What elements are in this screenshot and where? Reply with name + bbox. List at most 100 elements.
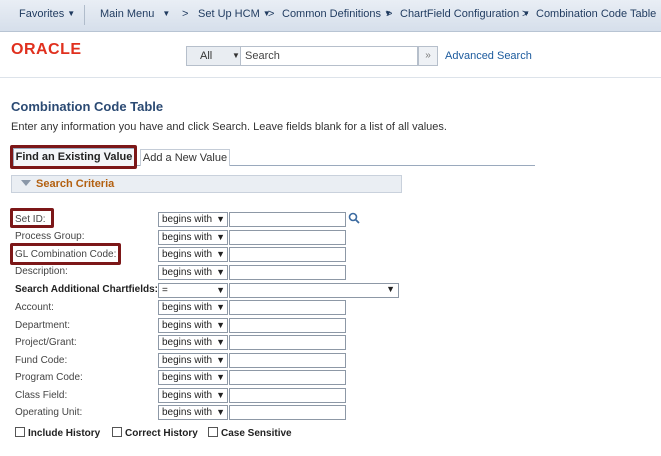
checkbox-label: Include History — [28, 428, 101, 439]
checkbox-label: Correct History — [125, 428, 198, 439]
correct-history-checkbox[interactable]: Correct History — [112, 427, 198, 439]
description-input[interactable] — [229, 265, 346, 280]
main-menu[interactable]: Main Menu ▼ — [100, 0, 170, 32]
chevron-down-icon: ▼ — [216, 249, 225, 259]
global-search: All ▼ Search — [186, 46, 418, 66]
highlight-box — [10, 145, 137, 169]
header: ORACLE All ▼ Search » Advanced Search — [0, 33, 661, 78]
breadcrumb-label: ChartField Configuration — [400, 8, 520, 20]
process-group-operator-select[interactable]: begins with ▼ — [158, 230, 228, 245]
operator-value: begins with — [162, 320, 213, 331]
chevron-down-icon: ▼ — [216, 372, 225, 382]
breadcrumb-chartfield-configuration[interactable]: ChartField Configuration ▼ — [400, 0, 530, 32]
chevron-down-icon: ▼ — [216, 355, 225, 365]
nav-divider — [84, 5, 85, 25]
chevron-down-icon: ▼ — [216, 232, 225, 242]
breadcrumb-sep: > — [522, 8, 529, 20]
operator-value: begins with — [162, 214, 213, 225]
main-menu-label: Main Menu — [100, 8, 155, 20]
search-criteria-header[interactable]: Search Criteria — [11, 175, 402, 193]
additional-chartfields-select[interactable]: ▼ — [229, 283, 399, 298]
fund-code-input[interactable] — [229, 353, 346, 368]
operator-value: begins with — [162, 302, 213, 313]
operator-value: begins with — [162, 267, 213, 278]
class-field-input[interactable] — [229, 388, 346, 403]
oracle-logo: ORACLE — [11, 41, 82, 58]
field-label-department: Department: — [15, 320, 71, 331]
field-label-project-grant: Project/Grant: — [15, 337, 77, 348]
chevron-down-icon: ▼ — [216, 302, 225, 312]
account-input[interactable] — [229, 300, 346, 315]
operating-unit-input[interactable] — [229, 405, 346, 420]
breadcrumb-sep: > — [386, 8, 393, 20]
operator-value: = — [162, 285, 168, 296]
chevron-down-icon: ▼ — [216, 320, 225, 330]
department-input[interactable] — [229, 318, 346, 333]
checkbox-box[interactable] — [15, 427, 25, 437]
favorites-menu[interactable]: Favorites ▼ — [19, 0, 75, 32]
fund-code-operator-select[interactable]: begins with ▼ — [158, 353, 228, 368]
department-operator-select[interactable]: begins with ▼ — [158, 318, 228, 333]
breadcrumb-common-definitions[interactable]: Common Definitions ▼ — [282, 0, 392, 32]
favorites-label: Favorites — [19, 8, 65, 20]
operator-value: begins with — [162, 232, 213, 243]
chevron-down-icon: ▼ — [216, 285, 225, 295]
set-id-input[interactable] — [229, 212, 346, 227]
breadcrumb-set-up-hcm[interactable]: Set Up HCM ▼ — [198, 0, 271, 32]
gl-combination-code-operator-select[interactable]: begins with ▼ — [158, 247, 228, 262]
breadcrumb-sep: > — [182, 8, 189, 20]
process-group-input[interactable] — [229, 230, 346, 245]
account-operator-select[interactable]: begins with ▼ — [158, 300, 228, 315]
project-grant-operator-select[interactable]: begins with ▼ — [158, 335, 228, 350]
breadcrumb-combination-code-table[interactable]: Combination Code Table — [536, 0, 656, 32]
search-scope-label: All — [200, 50, 213, 62]
field-label-account: Account: — [15, 302, 54, 313]
chevron-down-icon: ▼ — [216, 214, 225, 224]
set-id-operator-select[interactable]: begins with ▼ — [158, 212, 228, 227]
search-scope-select[interactable]: All ▼ — [187, 47, 241, 65]
case-sensitive-checkbox[interactable]: Case Sensitive — [208, 427, 292, 439]
chevron-down-icon: ▼ — [386, 284, 395, 294]
class-field-operator-select[interactable]: begins with ▼ — [158, 388, 228, 403]
field-label-program-code: Program Code: — [15, 372, 83, 383]
field-label-description: Description: — [15, 266, 68, 277]
include-history-checkbox[interactable]: Include History — [15, 427, 100, 439]
chevron-down-icon: ▼ — [216, 337, 225, 347]
gl-combination-code-input[interactable] — [229, 247, 346, 262]
chevron-down-icon: ▼ — [216, 407, 225, 417]
breadcrumb-label: Common Definitions — [282, 8, 382, 20]
highlight-box — [10, 243, 121, 265]
chevron-down-icon: ▼ — [216, 390, 225, 400]
program-code-operator-select[interactable]: begins with ▼ — [158, 370, 228, 385]
operator-value: begins with — [162, 390, 213, 401]
project-grant-input[interactable] — [229, 335, 346, 350]
breadcrumb-label: Set Up HCM — [198, 8, 260, 20]
chevron-down-icon: ▼ — [67, 9, 76, 18]
collapse-triangle-icon — [21, 180, 31, 186]
operator-value: begins with — [162, 337, 213, 348]
operator-value: begins with — [162, 249, 213, 260]
search-go-button[interactable]: » — [418, 46, 438, 66]
field-label-search-additional-chartfields: Search Additional Chartfields: — [15, 284, 158, 295]
program-code-input[interactable] — [229, 370, 346, 385]
operating-unit-operator-select[interactable]: begins with ▼ — [158, 405, 228, 420]
search-criteria-label: Search Criteria — [36, 178, 115, 190]
checkbox-box[interactable] — [112, 427, 122, 437]
field-label-class-field: Class Field: — [15, 390, 68, 401]
breadcrumb-sep: > — [268, 8, 275, 20]
lookup-search-icon[interactable] — [348, 212, 360, 224]
additional-chartfields-operator-select[interactable]: = ▼ — [158, 283, 228, 298]
operator-value: begins with — [162, 407, 213, 418]
top-nav-bar: Favorites ▼ Main Menu ▼ > Set Up HCM ▼ > Co… — [0, 0, 661, 32]
tab-add-new-value[interactable]: Add a New Value — [140, 149, 230, 166]
field-label-operating-unit: Operating Unit: — [15, 407, 83, 418]
description-operator-select[interactable]: begins with ▼ — [158, 265, 228, 280]
highlight-box — [10, 208, 54, 228]
search-input[interactable]: Search — [245, 47, 280, 65]
checkbox-box[interactable] — [208, 427, 218, 437]
field-label-fund-code: Fund Code: — [15, 355, 68, 366]
instructions-text: Enter any information you have and click… — [11, 121, 447, 133]
page-title: Combination Code Table — [11, 99, 164, 114]
advanced-search-link[interactable]: Advanced Search — [445, 50, 532, 62]
chevron-down-icon: ▼ — [216, 267, 225, 277]
